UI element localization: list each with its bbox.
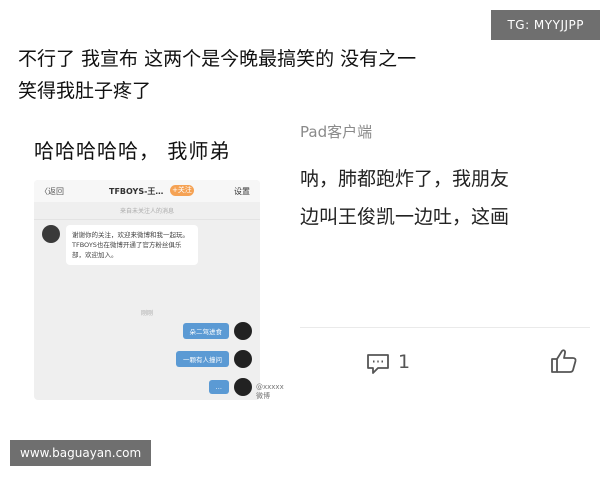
site-watermark: www.baguayan.com <box>10 440 152 466</box>
outgoing-message: 朵二驾进食 <box>182 322 252 340</box>
outgoing-message: 一颗有人撞问 <box>176 350 252 368</box>
settings-button[interactable]: 设置 <box>234 186 250 197</box>
image-watermark: @xxxxx微博 <box>256 383 284 400</box>
reply-line-1: 呐，肺都跑炸了，我朋友 <box>300 168 510 190</box>
reply-text: 呐，肺都跑炸了，我朋友 边叫王俊凯一边吐，这画 <box>300 160 509 236</box>
incoming-message: 谢谢你的关注，欢迎来微博和我一起玩。TFBOYS也在微博开通了官方粉丝俱乐部，欢… <box>42 225 198 265</box>
outgoing-bubble: 一颗有人撞问 <box>176 351 229 367</box>
comment-icon[interactable] <box>366 353 390 375</box>
client-label: Pad客户端 <box>300 123 373 141</box>
follow-badge[interactable]: +关注 <box>170 185 194 196</box>
divider <box>300 327 590 328</box>
outgoing-bubble: … <box>208 380 229 394</box>
outgoing-message: … <box>208 378 252 396</box>
reply-line-2: 边叫王俊凯一边吐，这画 <box>300 206 510 228</box>
post-line-2: 笑得我肚子疼了 <box>18 80 152 102</box>
comment-count: 1 <box>398 351 411 373</box>
post-line-1: 不行了 我宣布 这两个是今晚最搞笑的 没有之一 <box>18 48 417 70</box>
chat-title: TFBOYS-王… <box>109 186 164 196</box>
thumbs-up-icon[interactable] <box>550 348 578 374</box>
back-button[interactable]: 〈返回 <box>40 186 64 197</box>
incoming-bubble: 谢谢你的关注，欢迎来微博和我一起玩。TFBOYS也在微博开通了官方粉丝俱乐部，欢… <box>66 225 198 265</box>
comment-screenshot: Pad客户端 呐，肺都跑炸了，我朋友 边叫王俊凯一边吐，这画 1 <box>300 115 590 395</box>
chat-subline: 来自未关注人的消息 <box>34 202 260 220</box>
avatar <box>234 378 252 396</box>
chat-screenshot: 哈哈哈哈哈， 我师弟 〈返回 TFBOYS-王… +关注 设置 来自未关注人的消… <box>30 125 290 400</box>
avatar <box>234 322 252 340</box>
tg-watermark: TG: MYYJJPP <box>491 10 600 40</box>
avatar <box>234 350 252 368</box>
handwritten-caption: 哈哈哈哈哈， 我师弟 <box>34 139 231 163</box>
phone-chat: 〈返回 TFBOYS-王… +关注 设置 来自未关注人的消息 谢谢你的关注，欢迎… <box>34 180 260 400</box>
message-timestamp: 刚刚 <box>140 310 153 317</box>
outgoing-bubble: 朵二驾进食 <box>182 323 229 339</box>
post-body: 不行了 我宣布 这两个是今晚最搞笑的 没有之一 笑得我肚子疼了 <box>18 43 578 107</box>
avatar <box>42 225 60 243</box>
chat-header: 〈返回 TFBOYS-王… +关注 设置 <box>34 180 260 202</box>
